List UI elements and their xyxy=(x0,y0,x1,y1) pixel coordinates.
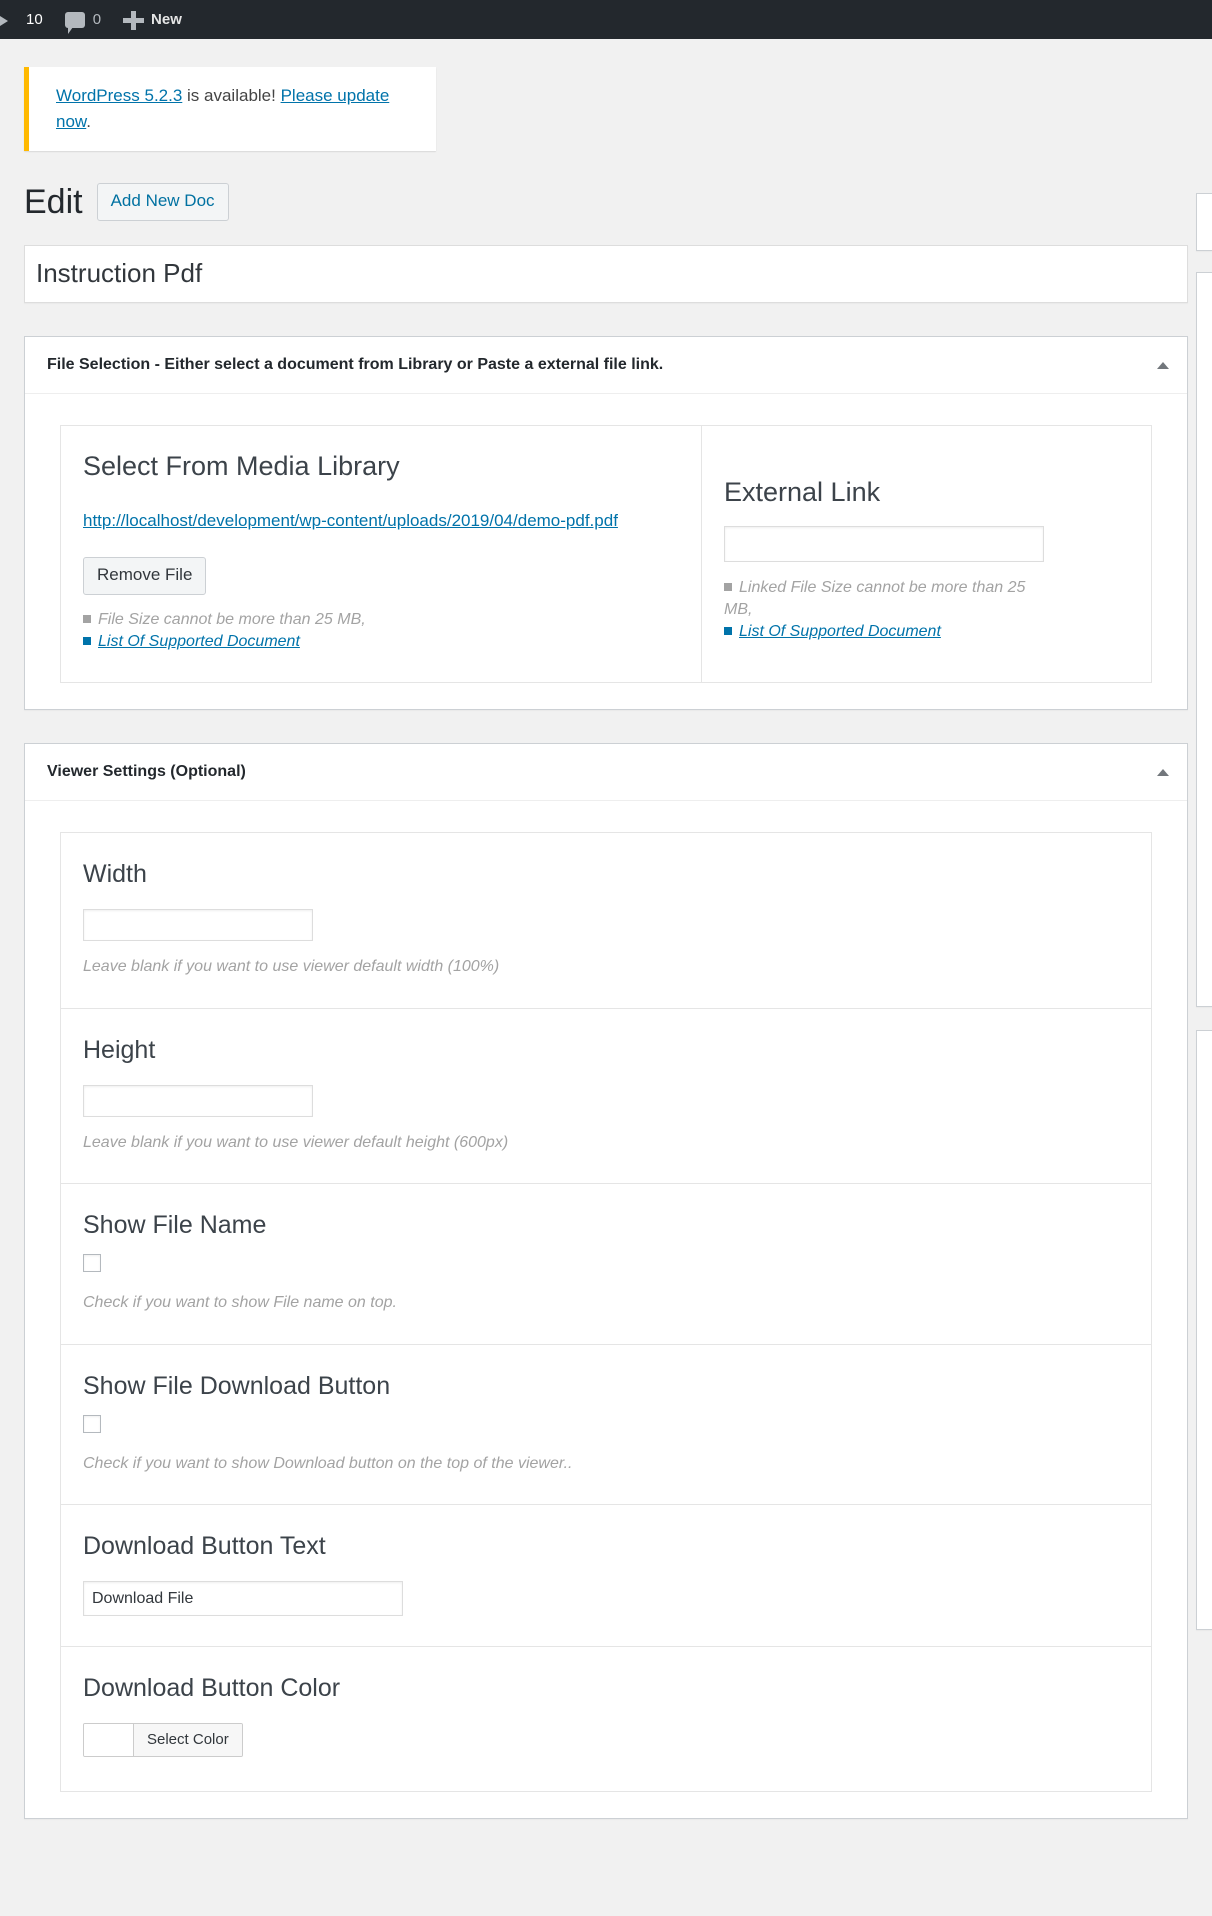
right-panel-sliver-submit xyxy=(1196,193,1212,251)
file-size-hint: File Size cannot be more than 25 MB, xyxy=(83,609,679,631)
admin-bar-comments[interactable]: 0 xyxy=(54,0,112,39)
bullet-square-icon xyxy=(724,583,732,591)
admin-bar: 10 0 New xyxy=(0,0,1212,39)
chevron-up-icon[interactable] xyxy=(1145,351,1175,379)
viewer-settings-body: Width Leave blank if you want to use vie… xyxy=(25,801,1187,1818)
file-selection-header[interactable]: File Selection - Either select a documen… xyxy=(25,337,1187,394)
setting-row-width: Width Leave blank if you want to use vie… xyxy=(61,833,1151,1009)
notice-middle-text: is available! xyxy=(182,86,280,105)
viewer-settings-title: Viewer Settings (Optional) xyxy=(47,761,246,783)
updates-count: 10 xyxy=(26,11,43,28)
setting-row-height: Height Leave blank if you want to use vi… xyxy=(61,1009,1151,1185)
supported-document-link-text: List Of Supported Document xyxy=(98,633,300,650)
update-nag-notice: WordPress 5.2.3 is available! Please upd… xyxy=(24,67,436,151)
setting-row-show-download-button: Show File Download Button Check if you w… xyxy=(61,1345,1151,1506)
file-selection-grid: Select From Media Library http://localho… xyxy=(60,425,1152,683)
width-label: Width xyxy=(83,860,1129,889)
show-download-button-hint: Check if you want to show Download butto… xyxy=(83,1454,1129,1475)
supported-document-link-external[interactable]: List Of Supported Document xyxy=(724,621,1029,643)
media-library-heading: Select From Media Library xyxy=(83,450,679,482)
show-file-name-checkbox[interactable] xyxy=(83,1254,101,1272)
file-size-hint-text: File Size cannot be more than 25 MB, xyxy=(98,611,366,628)
linked-file-size-hint-text: Linked File Size cannot be more than 25 … xyxy=(724,579,1025,618)
notice-end-text: . xyxy=(86,112,91,131)
color-swatch xyxy=(84,1724,134,1756)
admin-bar-updates[interactable]: 10 xyxy=(0,0,54,39)
admin-bar-new-content[interactable]: New xyxy=(112,0,193,39)
right-panel-sliver-publish xyxy=(1196,272,1212,1007)
bullet-square-icon xyxy=(83,637,91,645)
download-button-text-input[interactable] xyxy=(83,1581,403,1616)
external-link-column: External Link Linked File Size cannot be… xyxy=(702,426,1151,682)
show-file-name-label: Show File Name xyxy=(83,1211,1129,1240)
arrow-right-icon xyxy=(4,13,18,27)
add-new-doc-button[interactable]: Add New Doc xyxy=(97,183,229,221)
plus-icon xyxy=(123,10,143,30)
page-header: Edit Add New Doc xyxy=(24,182,1212,223)
file-selection-body: Select From Media Library http://localho… xyxy=(25,394,1187,709)
admin-content-wrap: WordPress 5.2.3 is available! Please upd… xyxy=(0,67,1212,1819)
bullet-square-icon xyxy=(724,627,732,635)
height-hint: Leave blank if you want to use viewer de… xyxy=(83,1133,1129,1154)
setting-row-download-button-text: Download Button Text xyxy=(61,1505,1151,1647)
linked-file-size-hint: Linked File Size cannot be more than 25 … xyxy=(724,577,1029,620)
file-selection-title: File Selection - Either select a documen… xyxy=(47,354,663,376)
selected-file-url-link[interactable]: http://localhost/development/wp-content/… xyxy=(83,508,628,534)
setting-row-show-file-name: Show File Name Check if you want to show… xyxy=(61,1184,1151,1345)
color-picker[interactable]: Select Color xyxy=(83,1723,243,1757)
comment-bubble-icon xyxy=(65,12,85,28)
bullet-square-icon xyxy=(83,615,91,623)
viewer-settings-rows: Width Leave blank if you want to use vie… xyxy=(60,832,1152,1792)
setting-row-download-button-color: Download Button Color Select Color xyxy=(61,1647,1151,1791)
download-button-color-label: Download Button Color xyxy=(83,1674,1129,1703)
remove-file-button[interactable]: Remove File xyxy=(83,557,206,595)
comments-count: 0 xyxy=(93,11,101,28)
external-link-hints: Linked File Size cannot be more than 25 … xyxy=(724,577,1029,642)
media-library-column: Select From Media Library http://localho… xyxy=(61,426,702,682)
show-download-button-label: Show File Download Button xyxy=(83,1372,1129,1401)
file-selection-postbox: File Selection - Either select a documen… xyxy=(24,336,1188,710)
external-link-input[interactable] xyxy=(724,526,1044,562)
select-color-button[interactable]: Select Color xyxy=(134,1724,242,1756)
height-input[interactable] xyxy=(83,1085,313,1117)
width-input[interactable] xyxy=(83,909,313,941)
post-title-container xyxy=(24,245,1188,303)
right-panel-sliver-extra xyxy=(1196,1030,1212,1630)
height-label: Height xyxy=(83,1036,1129,1065)
supported-document-link-external-text: List Of Supported Document xyxy=(739,623,941,640)
page-title: Edit xyxy=(24,182,83,223)
admin-bar-new-label: New xyxy=(151,11,182,28)
show-download-button-checkbox[interactable] xyxy=(83,1415,101,1433)
media-library-hints: File Size cannot be more than 25 MB, Lis… xyxy=(83,609,679,652)
show-file-name-hint: Check if you want to show File name on t… xyxy=(83,1293,1129,1314)
viewer-settings-header[interactable]: Viewer Settings (Optional) xyxy=(25,744,1187,801)
post-title-input[interactable] xyxy=(25,246,1187,302)
external-link-heading: External Link xyxy=(724,476,1129,508)
supported-document-link[interactable]: List Of Supported Document xyxy=(83,631,679,653)
width-hint: Leave blank if you want to use viewer de… xyxy=(83,957,1129,978)
download-button-text-label: Download Button Text xyxy=(83,1532,1129,1561)
chevron-up-icon[interactable] xyxy=(1145,758,1175,786)
wordpress-version-link[interactable]: WordPress 5.2.3 xyxy=(56,86,182,105)
viewer-settings-postbox: Viewer Settings (Optional) Width Leave b… xyxy=(24,743,1188,1819)
